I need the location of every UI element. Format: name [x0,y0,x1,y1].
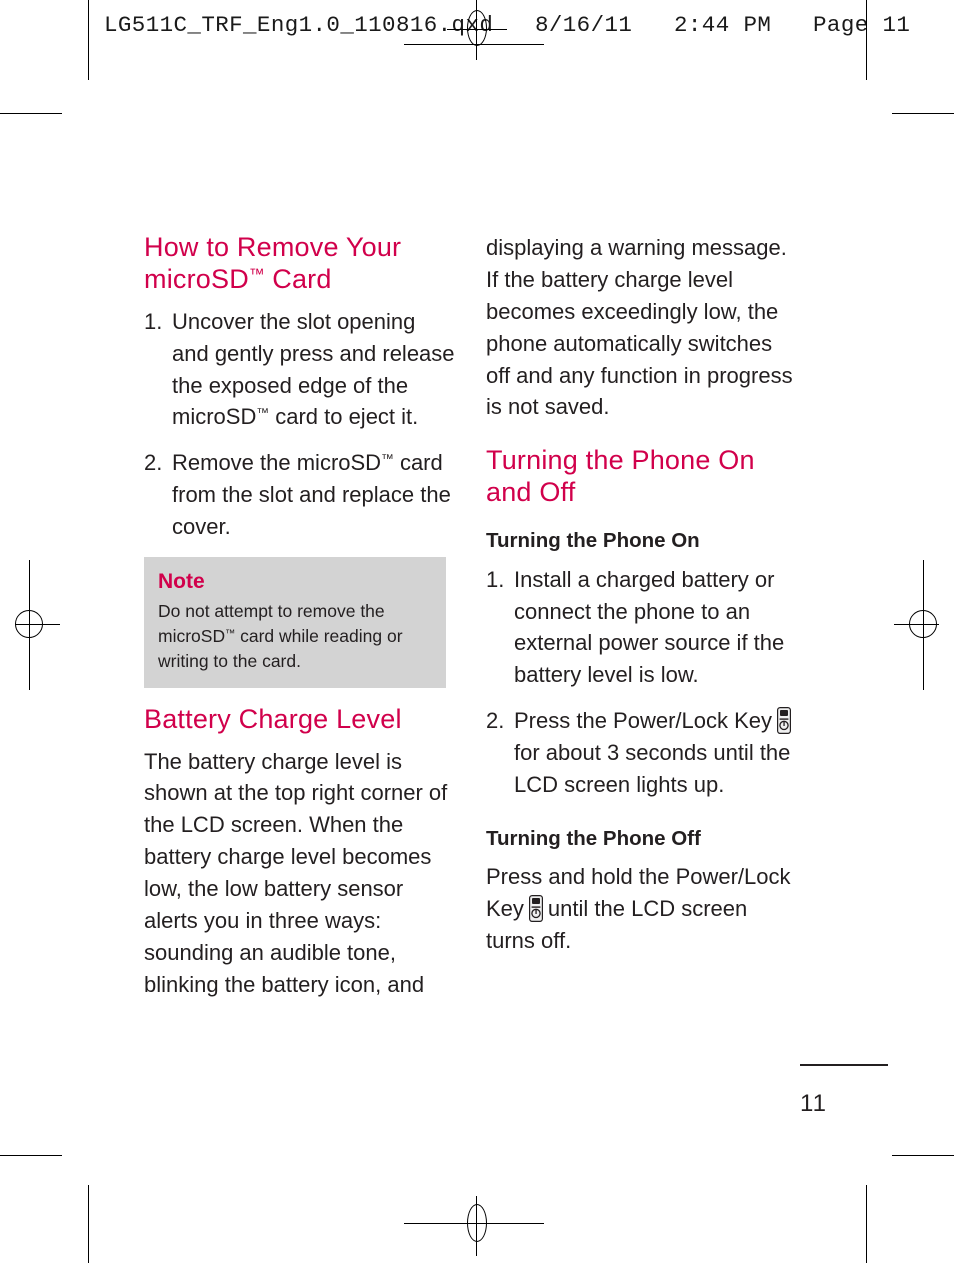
list-item: 1. Install a charged battery or connect t… [486,564,798,692]
page-canvas: LG511C_TRF_Eng1.0_110816.qxd 8/16/11 2:4… [0,0,954,1263]
heading-battery-charge-level: Battery Charge Level [144,703,402,734]
registration-mark-top [447,0,507,60]
crop-mark-top-left-horizontal [0,113,62,114]
trademark-symbol: ™ [256,405,270,421]
list-item: 2. Remove the microSD™ card from the slot… [144,447,456,543]
crop-mark-top-right-vertical [866,0,867,80]
note-label: Note [158,569,205,593]
heading-turning-the-phone-on-and-off: Turning the Phone On and Off [486,445,798,509]
trademark-symbol: ™ [381,451,394,467]
heading-line-2-text: microSD [144,263,249,294]
microsd-removal-steps: 1. Uncover the slot opening and gently pr… [144,306,456,543]
turning-on-steps: 1. Install a charged battery or connect t… [486,564,798,801]
turning-off-text-post: until the LCD screen turns off. [486,896,748,954]
power-lock-key-icon [528,895,543,923]
turning-off-paragraph: Press and hold the Power/Lock Key until t… [486,861,798,957]
registration-mark-right [894,595,954,655]
list-item-text: Install a charged battery or connect the… [514,566,785,688]
crop-mark-bottom-left-vertical [88,1185,89,1263]
proof-header-text: LG511C_TRF_Eng1.0_110816.qxd 8/16/11 2:4… [104,12,911,38]
list-item-text-suffix: card to eject it. [269,404,419,430]
registration-rule-left [29,560,30,690]
list-item: 2. Press the Power/Lock Key for about 3 se… [486,705,798,801]
registration-mark-bottom [447,1196,507,1256]
list-item-number: 2. [144,450,163,476]
note-text: Do not attempt to remove the microSD™ ca… [158,599,432,674]
continued-paragraph: displaying a warning message. If the bat… [486,235,793,420]
registration-rule-top [404,44,544,45]
heading-how-to-remove-microsd: How to Remove Your microSD™ Card [144,232,456,296]
subheading-turning-the-phone-off: Turning the Phone Off [486,826,701,850]
heading-line-1: Turning the Phone On [486,445,755,476]
footer-divider [800,1064,888,1066]
crop-mark-bottom-right-vertical [866,1185,867,1263]
trademark-symbol: ™ [225,628,236,640]
trademark-symbol: ™ [248,266,265,284]
list-item-text-suffix: for about 3 seconds until the LCD screen… [514,740,791,797]
right-column: displaying a warning message. If the bat… [486,232,798,957]
heading-line-2-suffix: Card [264,263,332,294]
list-item-text: Press the Power/Lock Key [514,708,773,734]
crop-mark-top-right-horizontal [892,113,954,114]
crop-mark-top-left-vertical [88,0,89,80]
registration-rule-bottom [404,1223,544,1224]
subheading-turning-the-phone-on: Turning the Phone On [486,529,700,553]
registration-mark-left [0,595,60,655]
heading-line-1: How to Remove Your [144,232,402,262]
power-lock-key-icon [777,707,792,735]
crop-mark-bottom-right-horizontal [892,1155,954,1156]
registration-rule-right [923,560,924,690]
list-item-text: Remove the microSD [172,450,382,476]
list-item-number: 1. [486,566,505,592]
list-item-number: 2. [486,708,505,734]
list-item-number: 1. [144,308,163,334]
battery-charge-paragraph: The battery charge level is shown at the… [144,748,448,997]
crop-mark-bottom-left-horizontal [0,1155,62,1156]
page-number: 11 [800,1090,827,1117]
note-box: Note Do not attempt to remove the microS… [144,556,446,688]
left-column: How to Remove Your microSD™ Card 1. Uncov… [144,232,456,1001]
heading-line-2: and Off [486,477,576,508]
list-item: 1. Uncover the slot opening and gently pr… [144,306,456,434]
